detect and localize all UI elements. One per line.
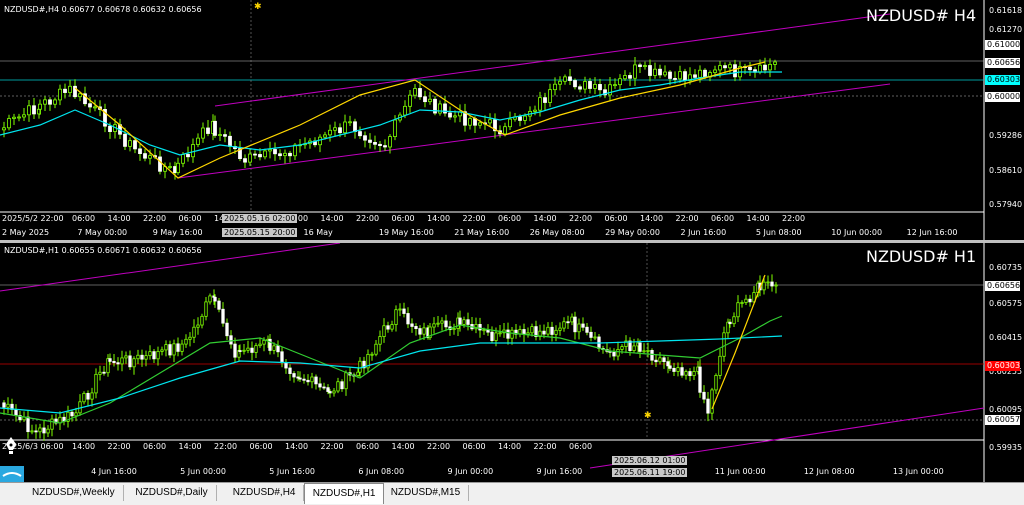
h4-subtime-tick: 22:00 [782, 214, 806, 223]
tab-daily[interactable]: NZDUSD#,Daily [127, 485, 217, 501]
h1-subtime-tick: 06:00 [143, 442, 167, 451]
h4-time-tick: 19 May 16:00 [378, 228, 434, 237]
h4-time-tick: 7 May 00:00 [77, 228, 128, 237]
h1-subtime-tick: 06:00 [462, 442, 486, 451]
h4-marker-icon: ✱ [254, 2, 262, 12]
h1-price-tick: 0.59935 [989, 443, 1023, 452]
h1-time-tick: 5 Jun 00:00 [180, 467, 226, 476]
h4-crosshair-time-2: 2025.05.15 20:00 [222, 228, 298, 237]
h1-subtime-tick: 22:00 [107, 442, 131, 451]
pen-icon[interactable] [4, 436, 18, 456]
h4-subtime-tick: 22:00 [462, 214, 486, 223]
tab-h1[interactable]: NZDUSD#,H1 [303, 483, 385, 504]
h4-subtime-tick: 14:00 [320, 214, 344, 223]
chart-pane-h4[interactable]: ✱ NZDUSD#,H4 0.60677 0.60678 0.60632 0.6… [0, 0, 1024, 240]
h4-price-tick: 0.61618 [989, 6, 1023, 15]
h4-time-tick: 2 May 2025 [2, 228, 50, 237]
h4-title: NZDUSD# H4 [866, 6, 977, 25]
h1-time-tick: 4 Jun 16:00 [91, 467, 137, 476]
h4-price-tick: 0.57940 [989, 200, 1023, 209]
h1-subtime-tick: 14:00 [391, 442, 415, 451]
h1-subtime-tick: 22:00 [214, 442, 238, 451]
h4-price-tick: 0.61270 [989, 25, 1023, 34]
h4-time-tick: 16 May [303, 228, 333, 237]
h1-title: NZDUSD# H1 [866, 247, 977, 266]
h1-crosshair-time-1: 2025.06.12 01:00 [612, 456, 688, 465]
tab-h4[interactable]: NZDUSD#,H4 [225, 485, 305, 501]
h1-price-tick: 0.60095 [989, 405, 1023, 414]
h1-subtime-tick: 06:00 [249, 442, 273, 451]
h4-subtime-tick: 2025/5/2 22:00 [2, 214, 64, 223]
h4-subtime-tick: 14:00 [533, 214, 557, 223]
tab-weekly[interactable]: NZDUSD#,Weekly [24, 485, 124, 501]
chart-tab-bar: NZDUSD#,Weekly NZDUSD#,Daily NZDUSD#,H4 NZD… [0, 482, 1024, 505]
chart-pane-h1[interactable]: ✱ NZDUSD#,H1 0.60655 0.60671 0.60632 0.6… [0, 243, 1024, 482]
h4-subtime-tick: 22:00 [675, 214, 699, 223]
h1-time-tick: 9 Jun 00:00 [447, 467, 494, 476]
h4-subtime-tick: 06:00 [391, 214, 415, 223]
h4-subtime-tick: 14:00 [427, 214, 451, 223]
h4-time-tick: 5 Jun 08:00 [755, 228, 802, 237]
h4-subtime-tick: 06:00 [178, 214, 202, 223]
h1-subtime-tick: 14:00 [285, 442, 309, 451]
h4-subtime-tick: 22:00 [569, 214, 593, 223]
h1-time-tick: 6 Jun 08:00 [358, 467, 405, 476]
h1-header: NZDUSD#,H1 0.60655 0.60671 0.60632 0.606… [4, 246, 202, 255]
h1-price-tick: 0.60575 [989, 299, 1023, 308]
h4-time-tick: 9 May 16:00 [152, 228, 203, 237]
h4-time-tick: 29 May 00:00 [605, 228, 660, 237]
h4-time-tick: 12 Jun 16:00 [906, 228, 958, 237]
h4-price-tick: 0.60000 [985, 92, 1021, 102]
h4-subtime-tick: 14:00 [640, 214, 664, 223]
h1-subtime-tick: 14:00 [178, 442, 202, 451]
h4-subtime-tick: 06:00 [72, 214, 96, 223]
h4-time-tick: 26 May 08:00 [529, 228, 585, 237]
terminal-window: ✱ NZDUSD#,H4 0.60677 0.60678 0.60632 0.6… [0, 0, 1024, 505]
h1-subtime-tick: 14:00 [72, 442, 96, 451]
h1-subtime-tick: 22:00 [533, 442, 557, 451]
h4-subtime-tick: 06:00 [604, 214, 628, 223]
h4-price-tick: 0.60656 [985, 58, 1021, 68]
h1-price-tick: 0.60656 [985, 281, 1021, 291]
h1-subtime-tick: 22:00 [427, 442, 451, 451]
h4-time-tick: 10 Jun 00:00 [831, 228, 883, 237]
h4-time-tick: 2 Jun 16:00 [680, 228, 727, 237]
h1-time-tick: 12 Jun 08:00 [803, 467, 855, 476]
h1-crosshair-time-2: 2025.06.11 19:00 [612, 468, 688, 477]
h1-subtime-tick: 06:00 [569, 442, 593, 451]
h4-time-tick: 21 May 16:00 [454, 228, 510, 237]
h4-subtime-tick: 06:00 [711, 214, 735, 223]
h1-time-tick: 11 Jun 00:00 [714, 467, 766, 476]
h4-chart-canvas: ✱ [0, 0, 985, 240]
h1-marker-icon: ✱ [644, 411, 652, 421]
h1-subtime-tick: 06:00 [356, 442, 380, 451]
h4-subtime-tick: 22:00 [143, 214, 167, 223]
h1-time-tick: 13 Jun 00:00 [892, 467, 944, 476]
h1-time-tick: 5 Jun 16:00 [269, 467, 315, 476]
h4-subtime-tick: 14:00 [746, 214, 770, 223]
h1-subtime-tick: 22:00 [320, 442, 344, 451]
h4-price-tick: 0.60303 [985, 75, 1021, 85]
h1-subtime-tick: 14:00 [498, 442, 522, 451]
h1-price-tick: 0.60735 [989, 263, 1023, 272]
h4-subtime-tick: 06:00 [498, 214, 522, 223]
h4-header: NZDUSD#,H4 0.60677 0.60678 0.60632 0.606… [4, 5, 202, 14]
h1-time-tick: 9 Jun 16:00 [536, 467, 583, 476]
tab-m15[interactable]: NZDUSD#,M15 [383, 485, 470, 501]
h4-price-tick: 0.58610 [989, 166, 1023, 175]
h4-subtime-tick: 14:00 [107, 214, 131, 223]
h4-price-tick: 0.61000 [985, 40, 1021, 50]
h4-price-tick: 0.59286 [989, 131, 1023, 140]
h4-subtime-tick: 22:00 [356, 214, 380, 223]
h1-red-level-box: 0.60303 [985, 361, 1021, 371]
h1-price-tick: 0.60057 [985, 415, 1021, 425]
h1-price-tick: 0.60415 [989, 333, 1023, 342]
h4-crosshair-time-1: 2025.05.16 02:00 [222, 214, 298, 223]
